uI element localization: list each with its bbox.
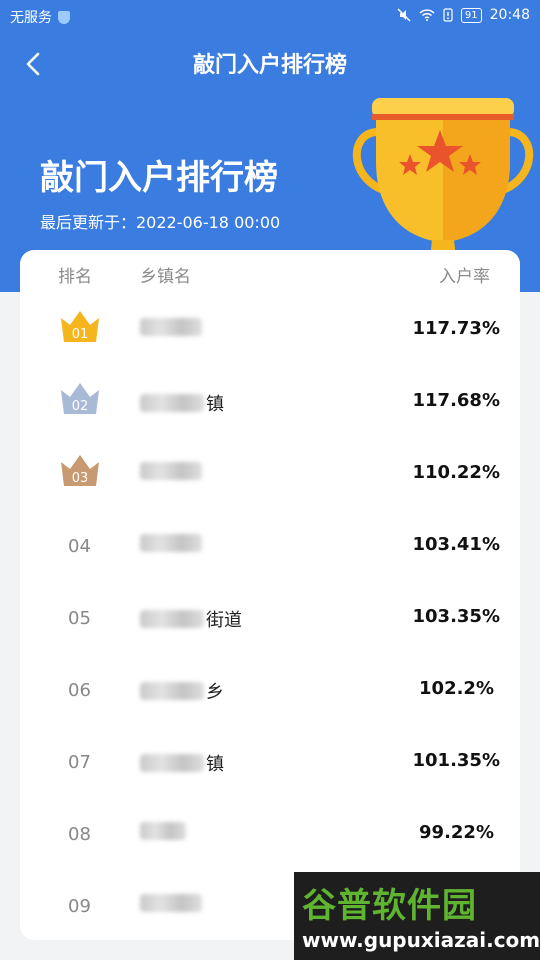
rate-value: 117.68% [412, 390, 501, 411]
table-header: 排名 乡镇名 入户率 [20, 262, 520, 287]
town-name [140, 534, 204, 552]
last-updated-text: 最后更新于：2022-06-18 00:00 [40, 213, 281, 232]
rate-value: 99.22% [419, 822, 494, 843]
table-row[interactable]: 03 110.22% [20, 440, 520, 512]
rank-number: 05 [68, 608, 91, 629]
table-row[interactable]: 05 街道 103.35% [20, 584, 520, 656]
carrier-text: 无服务 [10, 10, 52, 26]
town-name: 乡 [140, 678, 224, 704]
blurred-town-name [140, 318, 202, 336]
silver-crown-icon: 02 [61, 383, 99, 414]
rank-number: 09 [68, 896, 91, 917]
header-rate: 入户率 [439, 267, 490, 287]
town-suffix: 乡 [206, 682, 224, 703]
header-rank: 排名 [58, 267, 92, 287]
crown-rank-01: 01 [72, 327, 89, 342]
town-name [140, 462, 204, 480]
rank-number: 07 [68, 752, 91, 773]
town-name: 街道 [140, 606, 242, 632]
rate-value: 101.35% [412, 750, 501, 771]
mute-icon [397, 8, 411, 22]
blurred-town-name [140, 754, 204, 772]
town-suffix: 镇 [206, 394, 224, 415]
status-bar: 无服务 91 20:48 [0, 0, 540, 32]
table-row[interactable]: 06 乡 102.2% [20, 656, 520, 728]
wifi-icon [419, 9, 435, 21]
town-name: 镇 [140, 750, 224, 776]
town-name: 镇 [140, 390, 224, 416]
crown-rank-02: 02 [72, 399, 89, 414]
rank-number: 08 [68, 824, 91, 845]
blurred-town-name [140, 462, 202, 480]
watermark-url: www.gupuxiazai.com [302, 928, 540, 952]
table-row[interactable]: 04 103.41% [20, 512, 520, 584]
town-name [140, 318, 204, 336]
watermark: 谷普软件园 www.gupuxiazai.com [294, 872, 540, 960]
table-row[interactable]: 02 镇 117.68% [20, 368, 520, 440]
blurred-town-name [140, 682, 204, 700]
blurred-town-name [140, 894, 202, 912]
hero-title: 敲门入户排行榜 [40, 158, 278, 198]
table-row[interactable]: 01 117.73% [20, 296, 520, 368]
ranking-card: 排名 乡镇名 入户率 01 117.73% 02 镇 117.68% 03 11… [20, 250, 520, 940]
rate-value: 103.41% [412, 534, 501, 555]
page-title: 敲门入户排行榜 [192, 53, 347, 78]
clock: 20:48 [489, 7, 530, 23]
rank-number: 06 [68, 680, 91, 701]
town-suffix: 镇 [206, 754, 224, 775]
header-town: 乡镇名 [140, 267, 191, 287]
blurred-town-name [140, 534, 202, 552]
town-suffix: 街道 [206, 610, 242, 631]
battery-icon: 91 [460, 7, 482, 23]
blurred-town-name [140, 610, 204, 628]
watermark-name: 谷普软件园 [302, 886, 477, 926]
gold-crown-icon: 01 [61, 311, 99, 342]
table-row[interactable]: 07 镇 101.35% [20, 728, 520, 800]
crown-rank-03: 03 [72, 471, 89, 486]
rank-number: 04 [68, 536, 91, 557]
town-name [140, 894, 204, 912]
bronze-crown-icon: 03 [61, 455, 99, 486]
rate-value: 110.22% [412, 462, 501, 483]
rate-value: 102.2% [419, 678, 494, 699]
alert-icon [443, 8, 453, 22]
rate-value: 117.73% [412, 318, 501, 339]
rate-value: 103.35% [412, 606, 501, 627]
table-row[interactable]: 08 99.22% [20, 800, 520, 872]
shield-icon [58, 10, 70, 24]
town-name [140, 822, 188, 840]
blurred-town-name [140, 394, 204, 412]
blurred-town-name [140, 822, 186, 840]
